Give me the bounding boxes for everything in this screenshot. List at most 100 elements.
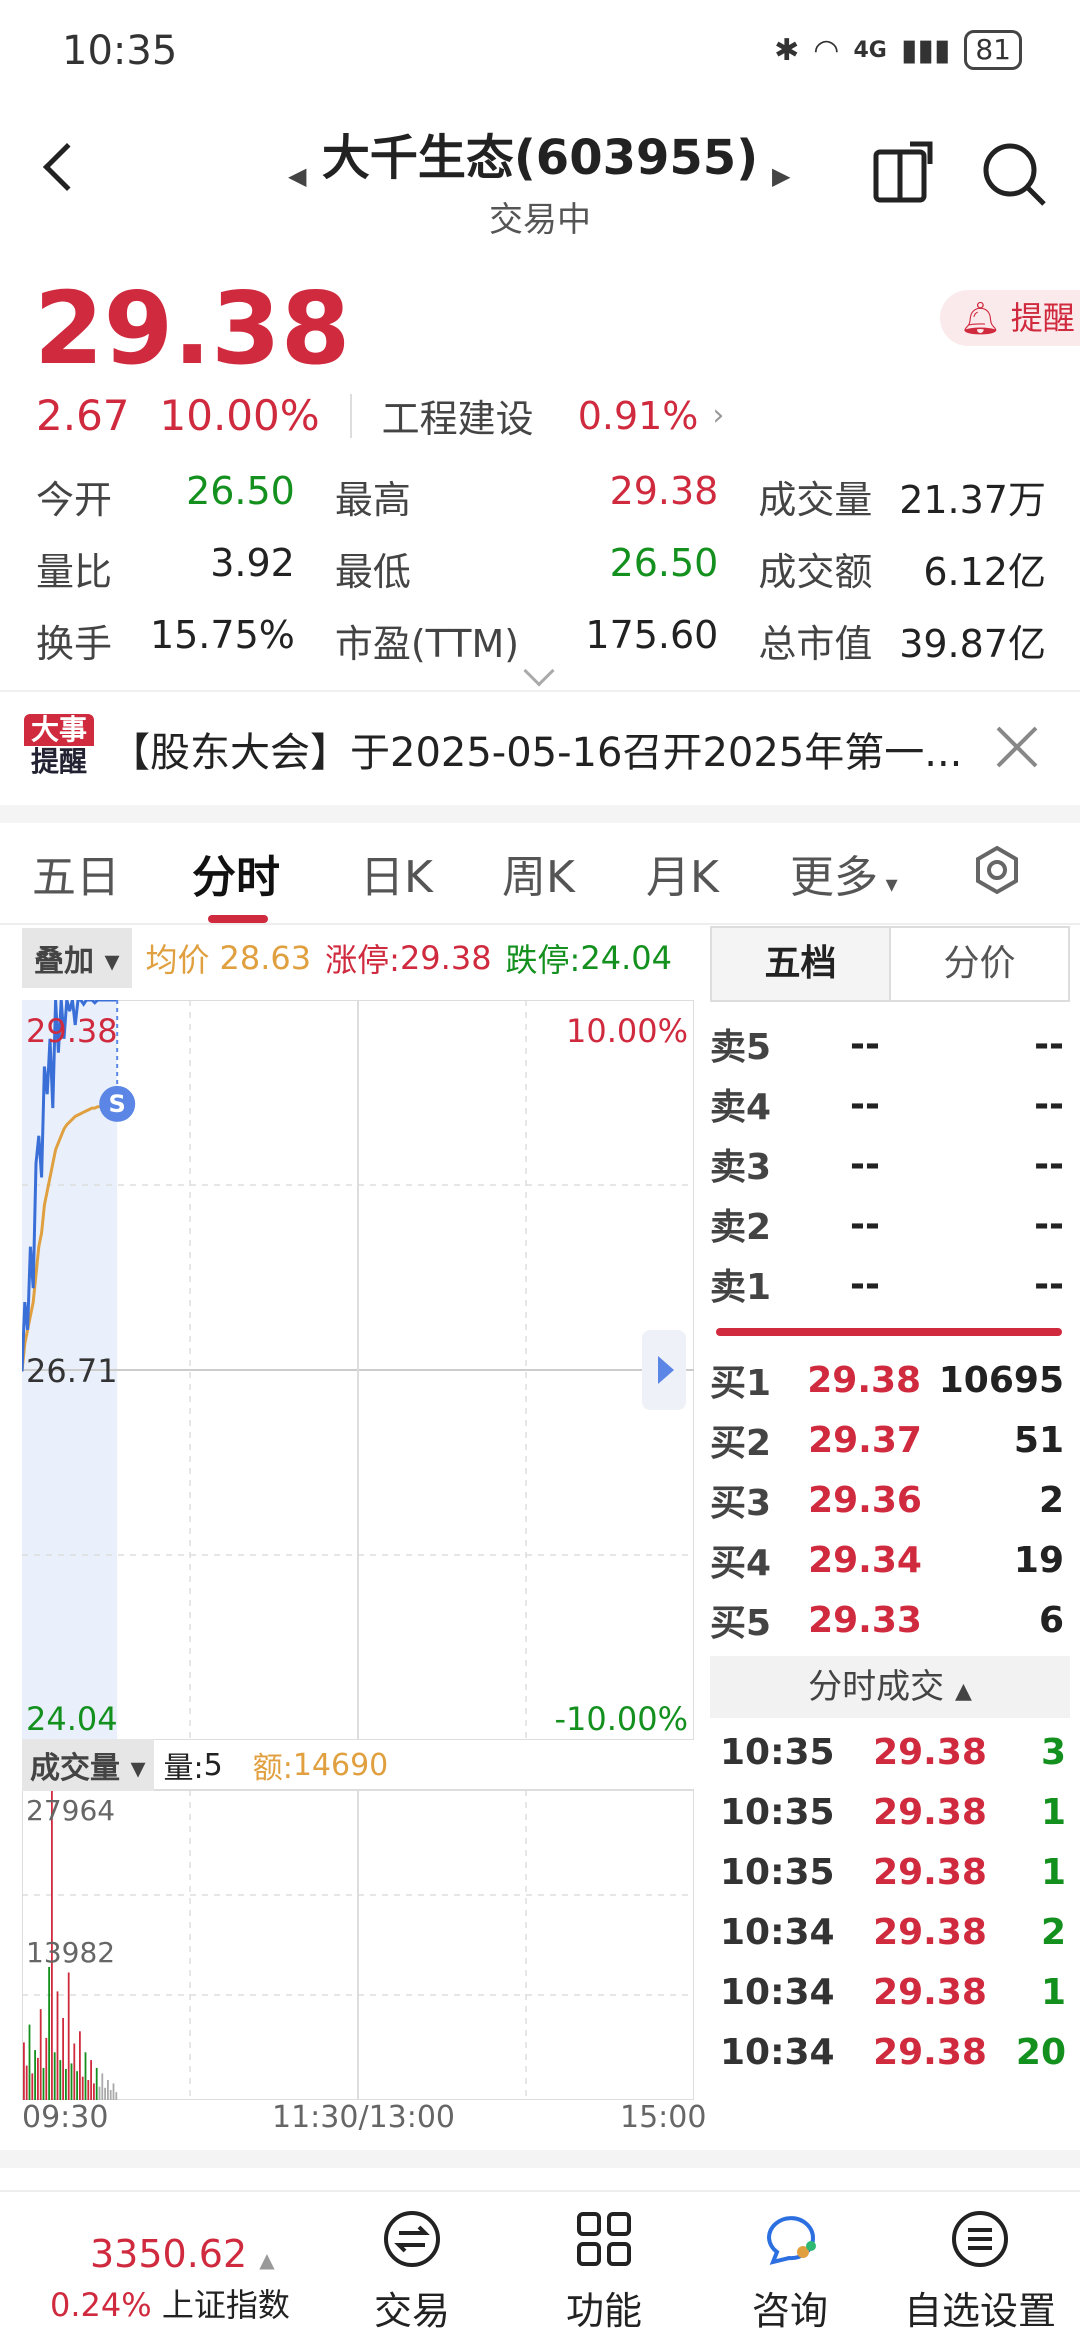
tab-monthly-k[interactable]: 月K [646,841,719,905]
volume-bar [25,2065,28,2100]
alert-button[interactable]: 🔔︎ 提醒 [940,290,1080,346]
volume-chart[interactable]: 27964 13982 [22,1740,694,2100]
tab-more-label: 更多 [790,852,878,903]
index-widget[interactable]: 3350.62 ▲ 0.24% 上证指数 [50,2232,290,2326]
index-value: 3350.62 [90,2232,248,2276]
tick-row[interactable]: 10:34 29.38 2 [710,1902,1070,1962]
dropdown-arrow-icon: ▾ [878,870,898,898]
alert-label: 提醒 [1010,299,1075,337]
nav-trade[interactable]: 交易 [332,2208,492,2335]
stat-label: 总市值 [758,621,873,666]
news-text[interactable]: 【股东大会】于2025-05-16召开2025年第一... [110,720,970,778]
volume-bar [84,2052,87,2100]
volume-bar [59,2060,62,2100]
bid-row[interactable]: 买5 29.33 6 [710,1590,1070,1650]
network-label: 4G [853,37,887,63]
volume-bar [95,2067,98,2100]
close-icon[interactable] [992,722,1042,772]
tick-price: 29.38 [873,1731,987,1773]
tab-intraday[interactable]: 分时 [192,841,280,905]
ticks-header[interactable]: 分时成交 ▲ [710,1656,1070,1718]
bid-label: 买4 [710,1543,772,1584]
up-triangle-icon: ▲ [259,2248,275,2272]
tick-volume: 1 [1040,1971,1066,2013]
time-label-open: 09:30 [22,2100,109,2135]
chart-tabs: 五日 分时 日K 周K 月K 更多 ▾ [0,823,1080,925]
tab-five-day[interactable]: 五日 [32,841,120,905]
y-label-bottom: 24.04 [26,1700,118,1738]
tick-row[interactable]: 10:35 29.38 1 [710,1782,1070,1842]
stack-label: 叠加 [34,944,94,979]
bid-row[interactable]: 买4 29.34 19 [710,1530,1070,1590]
ask-row[interactable]: 卖4 -- -- [710,1074,1070,1134]
volume-bar [81,2076,84,2100]
tick-row[interactable]: 10:35 29.38 1 [710,1842,1070,1902]
bid-price: 29.36 [808,1479,922,1521]
ask-volume: -- [1034,1023,1064,1065]
tab-price-distribution[interactable]: 分价 [891,928,1068,1000]
search-icon[interactable] [980,140,1050,210]
marker-label: S [109,1090,126,1118]
ticks-header-label: 分时成交 [808,1667,945,1707]
bid-row[interactable]: 买2 29.37 51 [710,1410,1070,1470]
tick-time: 10:34 [720,1911,835,1953]
share-icon[interactable] [870,140,940,210]
bid-row[interactable]: 买1 29.38 10695 [710,1350,1070,1410]
signal-icon: ▮▮▮ [900,32,951,68]
tick-volume: 1 [1040,1851,1066,1893]
volume-dropdown[interactable]: 成交量 ▾ [22,1739,154,1791]
bid-label: 买3 [710,1483,772,1524]
nav-consult[interactable]: 咨询 [710,2208,870,2335]
bid-volume: 2 [1038,1479,1064,1521]
ask-row[interactable]: 卖3 -- -- [710,1134,1070,1194]
tick-row[interactable]: 10:35 29.38 3 [710,1722,1070,1782]
nav-label: 功能 [565,2289,642,2333]
tab-five-levels[interactable]: 五档 [712,928,891,1000]
sector-link[interactable]: 工程建设 [382,388,564,443]
status-bar: 10:35 ✱ ◠ 4G ▮▮▮ 81 [0,0,1080,100]
tick-volume: 1 [1040,1791,1066,1833]
avg-value: 28.63 [219,939,312,977]
settings-icon[interactable] [972,845,1022,895]
bid-price: 29.38 [807,1359,922,1401]
volume-bar [65,2069,67,2100]
volume-bar [39,2009,42,2100]
vol-mid-label: 13982 [26,1936,115,1969]
intraday-price-chart[interactable]: S 29.38 26.71 24.04 10.00% -10.00% [22,1000,694,1740]
tick-row[interactable]: 10:34 29.38 20 [710,2022,1070,2082]
tab-more[interactable]: 更多 ▾ [790,841,898,905]
index-pct: 0.24% [50,2286,152,2324]
volume-bar [109,2090,112,2100]
volume-bar [62,2018,64,2100]
next-stock-icon[interactable]: ▶ [772,162,790,190]
chevron-right-icon[interactable]: › [712,398,724,433]
stat-value: 21.37万 [899,477,1046,522]
bid-volume: 6 [1038,1599,1064,1641]
tab-daily-k[interactable]: 日K [360,841,433,905]
tick-row[interactable]: 10:34 29.38 1 [710,1962,1070,2022]
ask-row[interactable]: 卖1 -- -- [710,1254,1070,1314]
price-change-pct: 10.00% [159,391,320,440]
clock: 10:35 [62,28,178,74]
news-banner[interactable]: 大事 提醒 【股东大会】于2025-05-16召开2025年第一... [0,690,1080,805]
ask-row[interactable]: 卖5 -- -- [710,1014,1070,1074]
amount-label: 额: [252,1751,293,1786]
ask-price: -- [850,1083,880,1125]
vol-max-label: 27964 [26,1794,115,1827]
news-badge-top: 大事 [24,714,94,746]
tick-time: 10:35 [720,1851,835,1893]
y-label-mid: 26.71 [26,1352,118,1390]
volume-bar [76,2071,78,2100]
ask-row[interactable]: 卖2 -- -- [710,1194,1070,1254]
ask-volume: -- [1034,1263,1064,1305]
sector-pct: 0.91% [577,393,699,438]
tab-weekly-k[interactable]: 周K [502,841,575,905]
nav-watchlist-settings[interactable]: 自选设置 [900,2208,1060,2335]
ask-label: 卖3 [710,1147,772,1188]
order-book: 五档 分价 卖5 -- -- 卖4 -- -- 卖3 -- -- 卖2 -- -… [710,926,1070,2096]
nav-functions[interactable]: 功能 [524,2208,684,2335]
tick-time: 10:34 [720,1971,835,2013]
stack-dropdown[interactable]: 叠加 ▾ [22,928,132,988]
bid-row[interactable]: 买3 29.36 2 [710,1470,1070,1530]
nav-label: 交易 [373,2289,450,2333]
